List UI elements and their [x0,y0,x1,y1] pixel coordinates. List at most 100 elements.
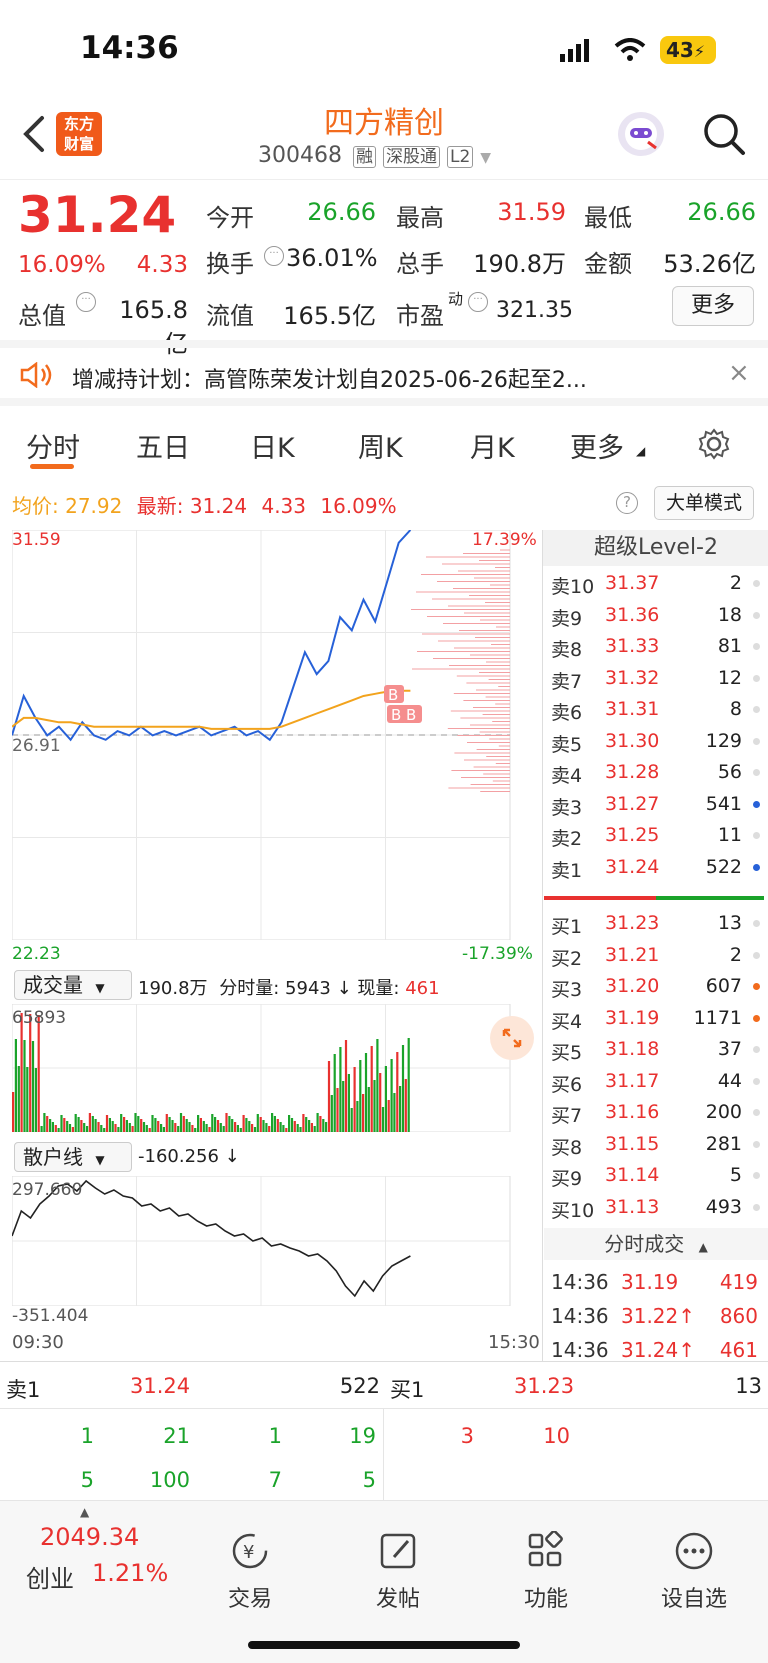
volume-bar [165,1114,168,1132]
tick-price: 31.19 [621,1270,679,1294]
volume-bar [268,1126,271,1132]
level-dot [753,580,760,587]
level-volume: 607 [705,975,742,997]
help-icon[interactable]: ? [616,492,638,514]
level-dot [753,769,760,776]
bid-row[interactable]: 买2 31.21 2 [543,940,768,971]
bid-row[interactable]: 买9 31.14 5 [543,1160,768,1191]
level-label: 卖5 [551,733,583,756]
indicator-selector[interactable]: 散户线 ▼ [14,1142,132,1172]
last-value: 31.24 [189,494,248,518]
nav-trade[interactable]: ¥ 交易 [200,1531,300,1613]
volume-bar [88,1113,91,1132]
indicator-chart[interactable] [12,1176,542,1306]
level-label: 卖8 [551,639,583,661]
gear-icon[interactable] [698,428,730,464]
notice-bar[interactable]: 增减持计划：高管陈荣发计划自2025-06-26起至2... × [0,340,768,406]
stock-code-row[interactable]: 300468 融 深股通 L2 ▼ [258,142,491,168]
volume-bar [350,1108,353,1132]
nav-functions[interactable]: 功能 [496,1530,596,1613]
level-price: 31.37 [605,572,660,594]
queue-cell: 1 [80,1424,94,1448]
tab-more[interactable]: 更多 [570,426,624,465]
y-bot-label: 22.23 [12,944,61,964]
tab-monthly[interactable]: 月K [470,426,515,465]
avg-price-line [12,689,411,730]
volume-bar [91,1116,94,1132]
ask-row[interactable]: 卖10 31.37 2 [543,568,768,599]
ask-row[interactable]: 卖3 31.27 541 [543,789,768,820]
tab-intraday[interactable]: 分时 [26,426,80,465]
bid-row[interactable]: 买7 31.16 200 [543,1097,768,1128]
bid-row[interactable]: 买3 31.20 607 [543,971,768,1002]
index-value[interactable]: 2049.34 [40,1523,139,1551]
level-price: 31.15 [605,1132,660,1155]
queue-sell1-volume: 522 [339,1374,380,1398]
volume-bar [288,1115,291,1132]
volume-bar [308,1120,311,1132]
bid-row[interactable]: 买8 31.15 281 [543,1129,768,1160]
level-price: 31.17 [605,1069,660,1092]
info-dots-icon-2[interactable]: ··· [76,292,96,312]
volume-bar [222,1126,225,1132]
level-volume: 1171 [693,1006,742,1029]
bid-row[interactable]: 买4 31.19 1171 [543,1003,768,1034]
price-chart[interactable]: BBB [12,530,542,940]
volume-bar [197,1115,200,1132]
avg-label: 均价: [12,494,59,518]
bid-row[interactable]: 买10 31.13 493 [543,1192,768,1223]
ticks-header[interactable]: 分时成交 ▲ [544,1228,768,1260]
ask-row[interactable]: 卖6 31.31 8 [543,694,768,725]
tab-daily[interactable]: 日K [250,426,295,465]
tab-five-day[interactable]: 五日 [136,426,190,465]
ask-row[interactable]: 卖1 31.24 522 [543,852,768,883]
info-dots-icon[interactable]: ··· [264,246,284,266]
tab-weekly[interactable]: 周K [358,426,403,465]
volume-total: 190.8万 [138,978,208,999]
level-volume: 8 [729,698,742,720]
volume-bar [333,1054,336,1132]
nav-watchlist[interactable]: 设自选 [644,1531,744,1613]
volume-bar [228,1116,231,1132]
level-dot [753,737,760,745]
ask-row[interactable]: 卖2 31.25 11 [543,820,768,851]
level-dot [753,951,760,959]
volume-bar [313,1126,316,1132]
nav-trade-label: 交易 [227,1587,272,1612]
ask-row[interactable]: 卖8 31.33 81 [543,631,768,662]
info-dots-icon-3[interactable]: ··· [468,292,488,312]
expand-icon[interactable] [490,1016,534,1060]
tag-connect: 深股通 [382,146,440,168]
nav-post[interactable]: 发帖 [348,1531,448,1613]
ask-row[interactable]: 卖5 31.30 129 [543,726,768,757]
speaker-icon [18,361,54,392]
volume-bar [265,1123,268,1132]
volume-bar [322,1119,325,1132]
volume-bar [77,1117,80,1132]
volume-bar [273,1116,276,1132]
ask-row[interactable]: 卖4 31.28 56 [543,757,768,788]
bid-row[interactable]: 买6 31.17 44 [543,1066,768,1097]
bid-row[interactable]: 买5 31.18 37 [543,1034,768,1065]
ask-row[interactable]: 卖7 31.32 12 [543,663,768,694]
volume-bar [194,1128,197,1132]
more-button[interactable]: 更多 [672,286,754,326]
level-volume: 56 [717,761,742,783]
volume-selector[interactable]: 成交量 ▼ [14,970,132,1000]
volume-bar [51,1122,54,1132]
amount-label: 金额 [584,250,632,278]
ask-row[interactable]: 卖9 31.36 18 [543,600,768,631]
close-icon[interactable]: × [728,358,750,388]
level-price: 31.27 [605,792,660,815]
level-label: 买9 [551,1168,583,1190]
volume-chart[interactable] [12,1004,542,1132]
big-order-mode-button[interactable]: 大单模式 [654,486,754,520]
robot-assistant-icon[interactable] [618,112,664,156]
volume-info: 190.8万 分时量: 5943 ↓ 现量: 461 [138,974,440,1000]
level-dot [753,1014,760,1022]
volume-bar [49,1119,52,1132]
queue-mid-separator [383,1408,384,1502]
bid-row[interactable]: 买1 31.23 13 [543,908,768,939]
level-dot [753,643,760,650]
search-icon[interactable] [702,112,746,160]
